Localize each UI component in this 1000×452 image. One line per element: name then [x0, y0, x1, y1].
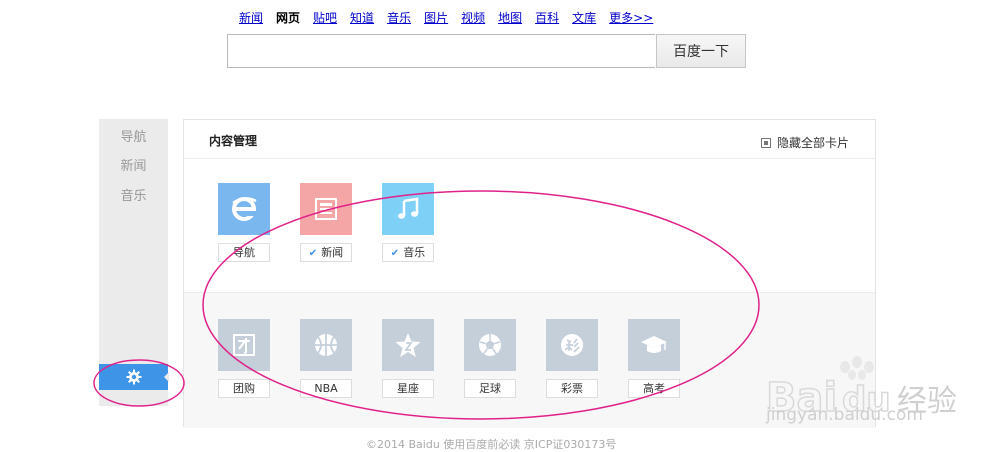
nav-link-zhidao[interactable]: 知道: [350, 9, 374, 27]
card-label: ✔ 新闻: [300, 243, 352, 262]
nav-link-wenku[interactable]: 文库: [572, 9, 596, 27]
side-nav: 导航 新闻 音乐: [99, 119, 168, 406]
nav-link-more[interactable]: 更多>>: [609, 9, 653, 27]
search-box: 百度一下: [227, 34, 746, 68]
footer-copyright: ©2014 Baidu 使用百度前必读 京ICP证030173号: [366, 438, 617, 451]
card-nba[interactable]: NBA: [300, 319, 352, 398]
panel-title: 内容管理: [209, 134, 258, 148]
nav-link-tieba[interactable]: 贴吧: [313, 9, 337, 27]
nav-link-map[interactable]: 地图: [498, 9, 522, 27]
nav-link-web[interactable]: 网页: [276, 9, 300, 27]
top-nav: 新闻 网页 贴吧 知道 音乐 图片 视频 地图 百科 文库 更多>>: [239, 9, 666, 27]
settings-button[interactable]: [99, 364, 169, 390]
panel-header: 内容管理 隐藏全部卡片: [184, 120, 875, 159]
lottery-icon: [546, 319, 598, 371]
card-music[interactable]: ✔ 音乐: [382, 183, 434, 262]
watermark-url: jingyan.baidu.com: [766, 405, 923, 425]
hide-all-label: 隐藏全部卡片: [776, 136, 849, 150]
nav-link-video[interactable]: 视频: [461, 9, 485, 27]
card-soccer[interactable]: 足球: [464, 319, 516, 398]
card-lottery[interactable]: 彩票: [546, 319, 598, 398]
music-note-icon: [382, 183, 434, 235]
soccer-icon: [464, 319, 516, 371]
card-label: 导航: [218, 243, 270, 262]
card-group-buy[interactable]: 团购: [218, 319, 270, 398]
settings-pointer: [164, 372, 169, 382]
check-icon: ✔: [308, 248, 318, 259]
card-label: ✔ 音乐: [382, 243, 434, 262]
nav-link-music[interactable]: 音乐: [387, 9, 411, 27]
side-nav-item-nav[interactable]: 导航: [99, 126, 168, 145]
card-label: 高考: [628, 379, 680, 398]
hide-all-cards-button[interactable]: 隐藏全部卡片: [760, 134, 849, 151]
card-label: NBA: [300, 379, 352, 398]
newspaper-icon: [300, 183, 352, 235]
basketball-icon: [300, 319, 352, 371]
card-nav[interactable]: 导航: [218, 183, 270, 262]
side-nav-item-news[interactable]: 新闻: [99, 155, 168, 174]
group-buy-icon: [218, 319, 270, 371]
card-label: 彩票: [546, 379, 598, 398]
card-news[interactable]: ✔ 新闻: [300, 183, 352, 262]
check-icon: ✔: [390, 248, 400, 259]
star-icon: [382, 319, 434, 371]
nav-link-news[interactable]: 新闻: [239, 9, 263, 27]
hide-icon: [760, 137, 771, 148]
side-nav-item-music[interactable]: 音乐: [99, 185, 168, 204]
card-label: 足球: [464, 379, 516, 398]
nav-link-baike[interactable]: 百科: [535, 9, 559, 27]
card-horoscope[interactable]: 星座: [382, 319, 434, 398]
search-input[interactable]: [227, 34, 655, 68]
nav-link-images[interactable]: 图片: [424, 9, 448, 27]
card-label: 星座: [382, 379, 434, 398]
search-button[interactable]: 百度一下: [656, 34, 746, 68]
gear-icon: [126, 369, 141, 385]
graduation-cap-icon: [628, 319, 680, 371]
card-gaokao[interactable]: 高考: [628, 319, 680, 398]
ie-icon: [218, 183, 270, 235]
card-label: 团购: [218, 379, 270, 398]
